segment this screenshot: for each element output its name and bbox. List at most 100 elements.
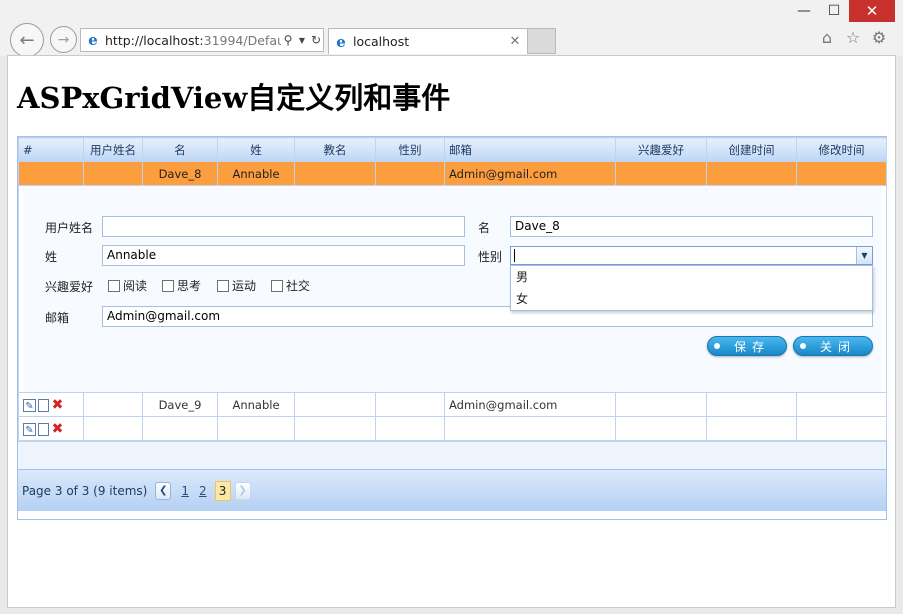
gear-icon[interactable]: ⚙ bbox=[869, 28, 889, 47]
checkbox-icon[interactable] bbox=[162, 279, 174, 292]
cell bbox=[615, 416, 707, 441]
tab-title: localhost bbox=[353, 34, 410, 49]
cell bbox=[375, 161, 445, 186]
column-header[interactable]: 兴趣爱好 bbox=[615, 137, 707, 162]
cell bbox=[796, 392, 887, 417]
save-button[interactable]: 保存 bbox=[707, 336, 787, 356]
hobby-checkbox-thinking[interactable]: 思考 bbox=[162, 277, 201, 294]
hobby-checkbox-reading[interactable]: 阅读 bbox=[108, 277, 147, 294]
checkbox-label: 运动 bbox=[232, 279, 257, 293]
checkbox-icon[interactable] bbox=[271, 279, 283, 292]
cell bbox=[375, 392, 445, 417]
edit-form-panel: 用户姓名 名 Dave_8 姓 Annable 性别 ▼ 男 女 兴趣爱好 阅读… bbox=[23, 186, 882, 392]
column-header[interactable]: 性别 bbox=[375, 137, 445, 162]
address-url[interactable]: http://localhost:31994/Defau bbox=[105, 33, 281, 48]
cell bbox=[615, 392, 707, 417]
browser-tab[interactable]: e localhost ✕ bbox=[328, 28, 528, 54]
cell: Dave_9 bbox=[142, 392, 218, 417]
cell bbox=[615, 161, 707, 186]
column-header[interactable]: 邮箱 bbox=[444, 137, 616, 162]
cell bbox=[294, 161, 376, 186]
arrow-left-icon: ← bbox=[19, 29, 35, 51]
column-header[interactable]: 名 bbox=[142, 137, 218, 162]
grid-footer-spacer bbox=[18, 441, 886, 469]
page-link-1[interactable]: 1 bbox=[181, 484, 189, 498]
command-cell: ✎ ✖ bbox=[18, 392, 84, 417]
new-icon[interactable] bbox=[38, 422, 49, 436]
forward-button[interactable]: → bbox=[50, 26, 77, 53]
first-name-input[interactable]: Dave_8 bbox=[510, 216, 873, 237]
checkbox-icon[interactable] bbox=[108, 279, 120, 292]
text-caret bbox=[514, 249, 515, 262]
page-link-2[interactable]: 2 bbox=[199, 484, 207, 498]
browser-tools: ⌂ ☆ ⚙ bbox=[817, 28, 889, 47]
grid-table: # 用户姓名 名 姓 教名 性别 邮箱 兴趣爱好 创建时间 修改时间 Dave_… bbox=[18, 137, 887, 441]
edit-icon[interactable]: ✎ bbox=[23, 422, 36, 436]
search-icon[interactable]: ⚲ bbox=[281, 33, 295, 47]
browser-chrome: — ☐ ✕ ← → e http://localhost:31994/Defau… bbox=[0, 0, 903, 57]
cell: Admin@gmail.com bbox=[444, 392, 616, 417]
table-row[interactable]: ✎ ✖ bbox=[18, 416, 887, 441]
edit-form-cell: 用户姓名 名 Dave_8 姓 Annable 性别 ▼ 男 女 兴趣爱好 阅读… bbox=[18, 185, 887, 393]
tab-close-icon[interactable]: ✕ bbox=[507, 34, 523, 49]
column-header[interactable]: 教名 bbox=[294, 137, 376, 162]
page-title: ASPxGridView自定义列和事件 bbox=[17, 81, 451, 115]
current-page: 3 bbox=[214, 480, 231, 501]
column-header[interactable]: 用户姓名 bbox=[83, 137, 143, 162]
delete-icon[interactable]: ✖ bbox=[51, 398, 64, 412]
cell bbox=[706, 416, 797, 441]
username-label: 用户姓名 bbox=[45, 221, 94, 235]
checkbox-label: 社交 bbox=[286, 279, 311, 293]
table-row[interactable]: ✎ ✖ Dave_9 Annable Admin@gmail.com bbox=[18, 392, 887, 417]
cell bbox=[83, 392, 143, 417]
column-header[interactable]: 姓 bbox=[217, 137, 295, 162]
next-page-button[interactable]: ❯ bbox=[234, 481, 251, 500]
cell: Admin@gmail.com bbox=[444, 161, 616, 186]
bullet-icon bbox=[800, 343, 806, 349]
cell bbox=[294, 416, 376, 441]
cell: Dave_8 bbox=[142, 161, 218, 186]
new-tab-button[interactable] bbox=[528, 28, 556, 54]
username-input[interactable] bbox=[102, 216, 465, 237]
page-viewport: ASPxGridView自定义列和事件 # 用户姓名 名 姓 教名 性别 邮箱 … bbox=[7, 55, 896, 608]
hobby-checkbox-sports[interactable]: 运动 bbox=[217, 277, 256, 294]
selected-row[interactable]: Dave_8 Annable Admin@gmail.com bbox=[18, 161, 887, 186]
cell bbox=[83, 416, 143, 441]
gender-option-male[interactable]: 男 bbox=[511, 266, 872, 288]
hobby-checkbox-social[interactable]: 社交 bbox=[271, 277, 310, 294]
maximize-icon[interactable]: ☐ bbox=[819, 0, 849, 22]
chevron-right-icon: ❯ bbox=[238, 485, 247, 496]
edit-icon[interactable]: ✎ bbox=[23, 398, 36, 412]
close-button-label: 关闭 bbox=[820, 339, 857, 354]
first-name-label: 名 bbox=[478, 221, 491, 235]
save-button-label: 保存 bbox=[734, 339, 771, 354]
close-button[interactable]: 关闭 bbox=[793, 336, 873, 356]
url-host: http://localhost: bbox=[105, 32, 204, 48]
home-icon[interactable]: ⌂ bbox=[817, 28, 837, 47]
hobby-label: 兴趣爱好 bbox=[45, 280, 94, 294]
column-header[interactable]: 创建时间 bbox=[706, 137, 797, 162]
prev-page-button[interactable]: ❮ bbox=[155, 481, 172, 500]
edit-form-row: 用户姓名 名 Dave_8 姓 Annable 性别 ▼ 男 女 兴趣爱好 阅读… bbox=[18, 185, 887, 393]
star-icon[interactable]: ☆ bbox=[843, 28, 863, 47]
address-bar[interactable]: e http://localhost:31994/Defau ⚲ ▼ ↻ bbox=[80, 28, 324, 52]
close-icon[interactable]: ✕ bbox=[849, 0, 895, 22]
checkbox-icon[interactable] bbox=[217, 279, 229, 292]
last-name-input[interactable]: Annable bbox=[102, 245, 465, 266]
new-icon[interactable] bbox=[38, 398, 49, 412]
cell bbox=[706, 392, 797, 417]
column-header[interactable]: 修改时间 bbox=[796, 137, 887, 162]
dropdown-icon[interactable]: ▼ bbox=[295, 36, 309, 45]
last-name-label: 姓 bbox=[45, 250, 58, 264]
refresh-icon[interactable]: ↻ bbox=[309, 33, 323, 47]
back-button[interactable]: ← bbox=[10, 23, 44, 57]
email-label: 邮箱 bbox=[45, 311, 70, 325]
gender-combobox[interactable]: ▼ bbox=[510, 246, 873, 265]
delete-icon[interactable]: ✖ bbox=[51, 422, 64, 436]
gender-option-female[interactable]: 女 bbox=[511, 288, 872, 310]
column-header[interactable]: # bbox=[18, 137, 84, 162]
chevron-down-icon[interactable]: ▼ bbox=[856, 247, 872, 264]
bullet-icon bbox=[714, 343, 720, 349]
tab-favicon-icon: e bbox=[336, 32, 346, 51]
minimize-icon[interactable]: — bbox=[789, 0, 819, 22]
